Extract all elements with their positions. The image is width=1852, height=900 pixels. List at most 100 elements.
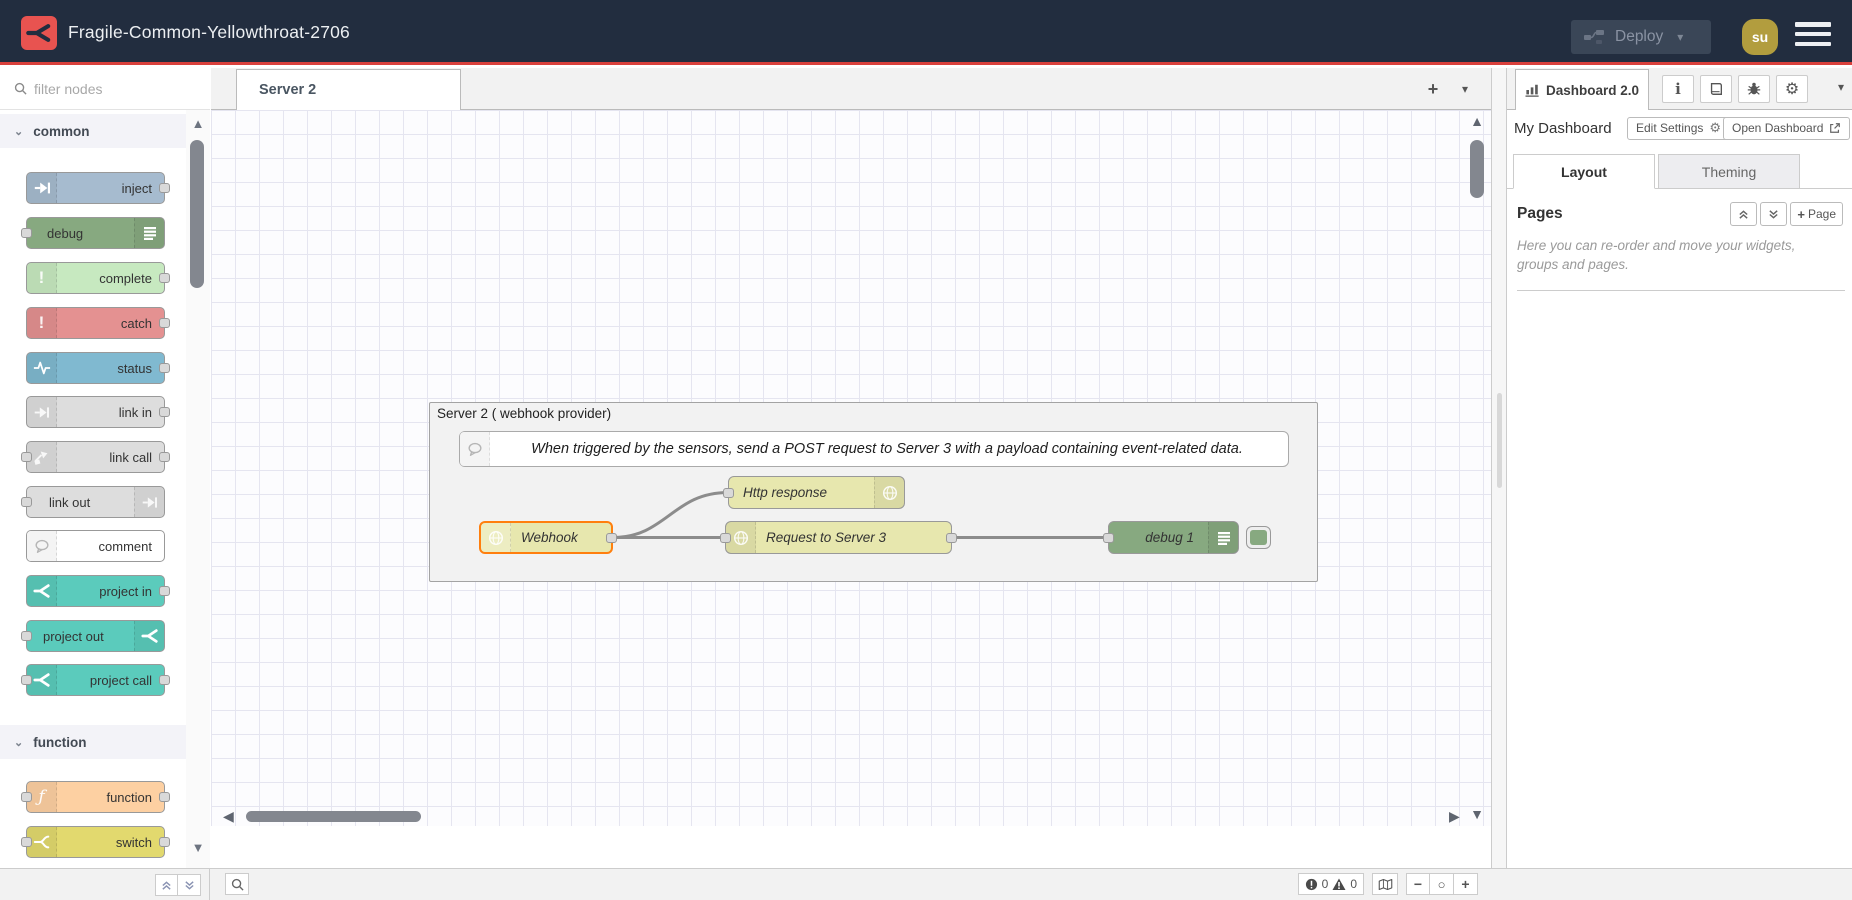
scroll-up-icon[interactable]: ▲: [1467, 113, 1487, 129]
output-port[interactable]: [159, 363, 170, 373]
zoom-in-button[interactable]: +: [1454, 873, 1478, 895]
output-port[interactable]: [159, 837, 170, 847]
main-menu-icon[interactable]: [1795, 22, 1831, 46]
search-flows-button[interactable]: [225, 873, 249, 895]
input-port[interactable]: [723, 488, 734, 498]
add-page-button[interactable]: + Page: [1790, 202, 1843, 226]
palette-node-label: status: [117, 353, 152, 383]
output-port[interactable]: [159, 273, 170, 283]
output-port[interactable]: [159, 792, 170, 802]
navigator-button[interactable]: [1372, 873, 1398, 895]
palette-node-comment[interactable]: comment: [26, 530, 165, 562]
palette-category-function[interactable]: ⌄ function: [0, 725, 186, 759]
sidebar-tab-label: Dashboard 2.0: [1546, 83, 1639, 98]
palette-node-link-out[interactable]: link out: [26, 486, 165, 518]
flow-canvas[interactable]: Server 2 ( webhook provider) When trigge…: [211, 110, 1491, 826]
input-port[interactable]: [720, 533, 731, 543]
flow-tab-server-2[interactable]: Server 2: [236, 69, 461, 110]
palette-node-project-in[interactable]: project in: [26, 575, 165, 607]
input-port[interactable]: [21, 792, 32, 802]
config-nodes-button[interactable]: ⚙: [1776, 75, 1808, 103]
palette-node-project-out[interactable]: project out: [26, 620, 165, 652]
canvas-vertical-scrollbar[interactable]: ▲ ▼: [1467, 110, 1487, 826]
scroll-down-icon[interactable]: ▼: [188, 840, 208, 855]
input-port[interactable]: [21, 228, 32, 238]
vertical-scrollbar-thumb[interactable]: [1470, 140, 1484, 198]
chevron-down-icon: ⌄: [14, 736, 23, 749]
palette-node-link-call[interactable]: link call: [26, 441, 165, 473]
palette-node-debug[interactable]: debug: [26, 217, 165, 249]
resize-grip[interactable]: [1497, 393, 1502, 488]
sidebar-options-caret-icon[interactable]: ▾: [1838, 80, 1844, 94]
palette-scrollbar[interactable]: ▲ ▼: [186, 110, 210, 868]
scroll-left-icon[interactable]: ◀: [223, 808, 234, 825]
output-port[interactable]: [946, 533, 957, 543]
canvas-horizontal-scrollbar[interactable]: ◀ ▶: [211, 808, 1491, 824]
tab-theming[interactable]: Theming: [1658, 154, 1800, 189]
add-flow-button[interactable]: +: [1421, 77, 1445, 101]
output-port[interactable]: [159, 452, 170, 462]
zoom-reset-button[interactable]: ○: [1430, 873, 1454, 895]
flow-node-debug-1[interactable]: debug 1: [1108, 521, 1239, 554]
notification-counts[interactable]: 0 0: [1298, 873, 1364, 895]
input-port[interactable]: [21, 837, 32, 847]
palette-node-label: project call: [90, 665, 152, 695]
debug-enable-toggle[interactable]: [1246, 526, 1271, 549]
palette-node-project-call[interactable]: project call: [26, 664, 165, 696]
scroll-up-icon[interactable]: ▲: [188, 116, 208, 131]
output-port[interactable]: [159, 318, 170, 328]
palette-footer: [0, 869, 210, 900]
zoom-out-button[interactable]: −: [1406, 873, 1430, 895]
output-port[interactable]: [606, 533, 617, 543]
double-chevron-down-icon: [184, 880, 195, 891]
input-port[interactable]: [1103, 533, 1114, 543]
collapse-categories-button[interactable]: [155, 874, 178, 896]
palette-filter-input[interactable]: [34, 81, 184, 97]
input-port[interactable]: [21, 497, 32, 507]
input-port[interactable]: [21, 452, 32, 462]
palette-scrollbar-thumb[interactable]: [190, 140, 204, 288]
palette-node-switch[interactable]: switch: [26, 826, 165, 858]
flow-node-webhook[interactable]: Webhook: [479, 521, 613, 554]
tab-dashboard-2-0[interactable]: Dashboard 2.0: [1515, 69, 1649, 110]
palette-node-status[interactable]: status: [26, 352, 165, 384]
canvas-footer: 0 0 − ○ +: [211, 869, 1491, 900]
sidebar-resize-handle[interactable]: [1491, 68, 1507, 868]
collapse-all-button[interactable]: [1730, 202, 1757, 226]
palette-node-link-in[interactable]: link in: [26, 396, 165, 428]
output-port[interactable]: [159, 675, 170, 685]
palette-node-function[interactable]: ƒ function: [26, 781, 165, 813]
edit-settings-label: Edit Settings: [1636, 121, 1703, 135]
palette-node-complete[interactable]: ! complete: [26, 262, 165, 294]
palette-category-common[interactable]: ⌄ common: [0, 114, 186, 148]
user-avatar[interactable]: su: [1742, 19, 1778, 55]
flow-node-request-to-server-3[interactable]: Request to Server 3: [725, 521, 952, 554]
output-port[interactable]: [159, 183, 170, 193]
deploy-button[interactable]: Deploy ▾: [1571, 20, 1711, 54]
info-button[interactable]: i: [1662, 75, 1694, 103]
comment-node[interactable]: When triggered by the sensors, send a PO…: [459, 431, 1289, 467]
deploy-options-caret-icon[interactable]: ▾: [1677, 30, 1683, 44]
expand-categories-button[interactable]: [178, 874, 201, 896]
expand-all-button[interactable]: [1760, 202, 1787, 226]
help-button[interactable]: [1700, 75, 1732, 103]
horizontal-scrollbar-thumb[interactable]: [246, 811, 421, 822]
input-port[interactable]: [21, 631, 32, 641]
output-port[interactable]: [159, 586, 170, 596]
chevron-down-icon: ⌄: [14, 125, 23, 138]
search-icon: [231, 878, 244, 891]
open-dashboard-button[interactable]: Open Dashboard: [1723, 117, 1850, 140]
debug-messages-button[interactable]: [1738, 75, 1770, 103]
palette-node-inject[interactable]: inject: [26, 172, 165, 204]
output-port[interactable]: [159, 407, 170, 417]
category-label: function: [33, 735, 86, 750]
flow-node-http-response[interactable]: Http response: [728, 476, 905, 509]
info-icon: i: [1675, 80, 1681, 98]
double-chevron-down-icon: [1768, 209, 1779, 220]
flow-list-caret-icon[interactable]: ▾: [1453, 77, 1477, 101]
palette-node-catch[interactable]: ! catch: [26, 307, 165, 339]
scroll-right-icon[interactable]: ▶: [1449, 808, 1460, 825]
tab-layout[interactable]: Layout: [1513, 154, 1655, 189]
edit-settings-button[interactable]: Edit Settings ⚙: [1627, 117, 1730, 140]
input-port[interactable]: [21, 675, 32, 685]
